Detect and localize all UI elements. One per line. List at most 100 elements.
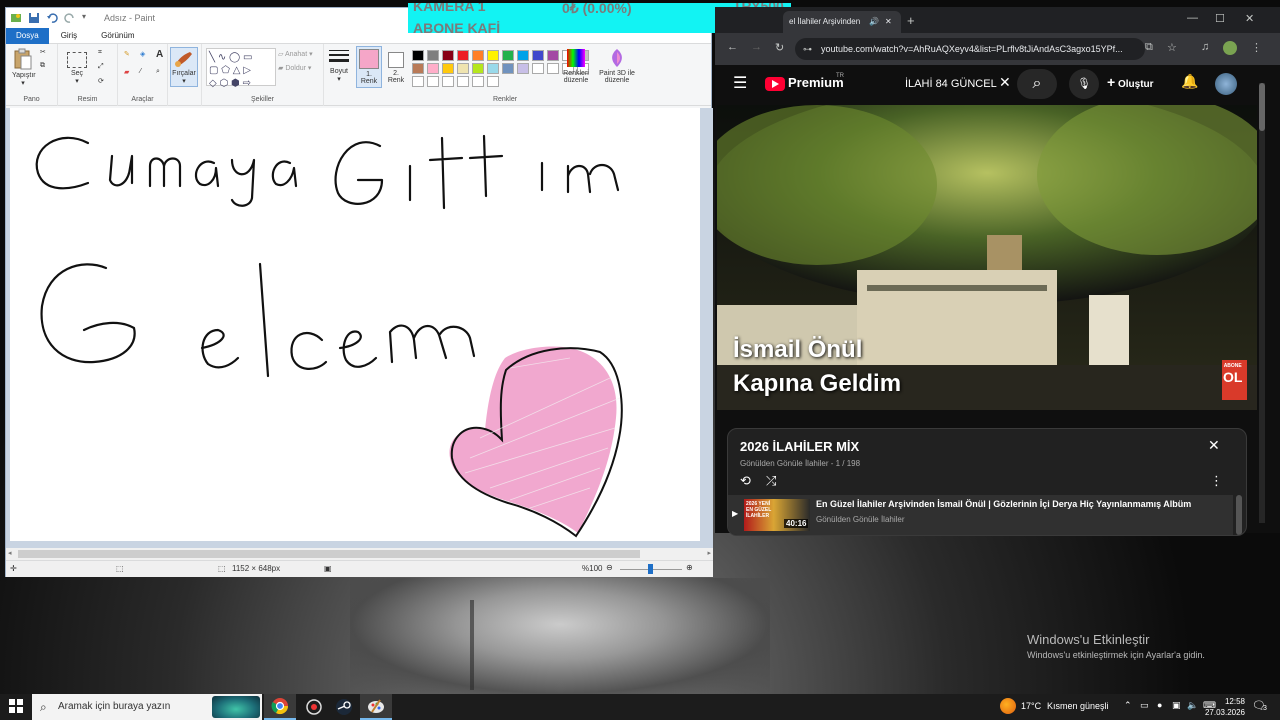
taskbar-search[interactable]: ⌕ Aramak için buraya yazın [32, 694, 262, 720]
pencil-icon[interactable]: ✎ [124, 50, 130, 58]
palette-swatch[interactable] [412, 76, 424, 87]
palette-swatch[interactable] [517, 50, 529, 61]
copy-icon[interactable]: ⧉ [40, 62, 45, 70]
horizontal-scrollbar[interactable]: ◂ ▸ [6, 548, 713, 560]
volume-icon[interactable]: 🔈 [1187, 700, 1198, 711]
display-icon[interactable]: ▭ [1140, 700, 1149, 711]
palette-swatch[interactable] [487, 63, 499, 74]
bookmark-star-icon[interactable]: ☆ [1167, 41, 1177, 54]
palette-swatch[interactable] [412, 50, 424, 61]
palette-swatch[interactable] [457, 76, 469, 87]
edit-colors-button[interactable]: Renkleri düzenle [560, 48, 592, 84]
customize-qat-icon[interactable]: ▾ [82, 12, 94, 24]
cast-icon[interactable]: ⧉ [1145, 41, 1153, 54]
chrome-tab[interactable]: el İlahiler Arşivinden 🔊 ✕ [783, 11, 901, 33]
taskbar-steam[interactable] [328, 694, 360, 720]
new-tab-icon[interactable]: + [907, 13, 915, 28]
zoom-in-icon[interactable]: ⊕ [686, 563, 693, 572]
playlist-item[interactable]: ▶ 2026 YENİ EN GÜZEL İLAHİLER 40:16 En G… [728, 495, 1233, 535]
voice-search-button[interactable]: 🎙 [1069, 69, 1099, 99]
tab-close-icon[interactable]: ✕ [885, 11, 892, 33]
clock[interactable]: 12:58 27.03.2026 [1203, 696, 1245, 718]
color-picker-icon[interactable]: ⁄ [140, 68, 141, 75]
scroll-right-icon[interactable]: ▸ [707, 549, 711, 557]
clear-search-icon[interactable]: ✕ [999, 74, 1011, 91]
playlist-menu-icon[interactable]: ⋮ [1210, 473, 1223, 489]
page-scrollbar-thumb[interactable] [1259, 83, 1265, 131]
microphone-tray-icon[interactable]: ● [1157, 700, 1162, 710]
site-info-icon[interactable]: ⊶ [803, 38, 812, 60]
taskbar-paint[interactable] [360, 694, 392, 720]
media-control-icon[interactable]: ♫ [1201, 41, 1209, 53]
account-avatar[interactable] [1215, 73, 1237, 95]
brushes-button[interactable]: Fırçalar ▾ [170, 47, 198, 87]
palette-swatch[interactable] [487, 76, 499, 87]
taskbar-app-2[interactable] [298, 694, 330, 720]
page-scrollbar-track[interactable] [1259, 83, 1265, 523]
zoom-out-icon[interactable]: ⊖ [606, 563, 613, 572]
shapes-gallery[interactable]: ╲ ∿ ◯ ▭ ▢ ⬠ △ ▷ ◇ ⬡ ⬢ ⇨ [206, 48, 276, 89]
tab-file[interactable]: Dosya [6, 27, 49, 44]
create-button[interactable]: + Oluştur [1107, 74, 1154, 90]
palette-swatch[interactable] [517, 63, 529, 74]
palette-swatch[interactable] [547, 50, 559, 61]
search-button[interactable]: ⌕ [1017, 69, 1057, 99]
minimize-icon[interactable]: — [1187, 12, 1198, 24]
start-button[interactable] [9, 699, 23, 716]
palette-swatch[interactable] [412, 63, 424, 74]
weather-temperature[interactable]: 17°C [1021, 701, 1041, 711]
color1-button[interactable]: 1. Renk [356, 46, 382, 88]
redo-icon[interactable] [64, 12, 76, 24]
rotate-icon[interactable]: ⟳ [98, 77, 104, 85]
drawing-canvas[interactable] [10, 108, 700, 541]
playlist-title[interactable]: 2026 İLAHİLER MİX [740, 439, 859, 454]
close-playlist-icon[interactable]: ✕ [1208, 437, 1220, 454]
paste-button[interactable]: Yapıştır ▾ [12, 48, 36, 87]
window-close-icon[interactable]: ✕ [1245, 12, 1254, 25]
resize-icon[interactable]: ⤢ [98, 63, 104, 71]
paint3d-button[interactable]: Paint 3D ile düzenle [596, 48, 638, 84]
color2-button[interactable]: 2. Renk [384, 46, 408, 88]
paste-dropdown-icon[interactable]: ▾ [12, 79, 34, 87]
youtube-search-input[interactable]: İLAHİ 84 GÜNCEL [897, 71, 1012, 97]
select-button[interactable]: Seç ▾ [64, 52, 90, 85]
palette-swatch[interactable] [502, 63, 514, 74]
loop-icon[interactable]: ⟲ [740, 473, 751, 489]
eraser-icon[interactable]: ▰ [124, 68, 129, 76]
text-icon[interactable]: A [156, 49, 163, 60]
palette-swatch[interactable] [427, 50, 439, 61]
palette-swatch[interactable] [457, 63, 469, 74]
palette-swatch[interactable] [487, 50, 499, 61]
palette-swatch[interactable] [442, 50, 454, 61]
palette-swatch[interactable] [532, 63, 544, 74]
playlist-subtitle[interactable]: Gönülden Gönüle İlahiler - 1 / 198 [740, 459, 860, 468]
tab-audio-icon[interactable]: 🔊 [869, 11, 879, 33]
crop-icon[interactable]: ⌗ [98, 49, 102, 57]
hamburger-menu-icon[interactable]: ☰ [733, 73, 747, 93]
palette-swatch[interactable] [547, 63, 559, 74]
fill-button[interactable]: ▰ Doldur ▾ [278, 64, 311, 72]
show-hidden-icons-icon[interactable]: ⌃ [1124, 700, 1132, 711]
palette-swatch[interactable] [502, 50, 514, 61]
scroll-left-icon[interactable]: ◂ [8, 549, 12, 557]
maximize-icon[interactable]: ☐ [1215, 12, 1225, 25]
video-player[interactable]: İsmail Önül Kapına Geldim ABONE OL [717, 105, 1257, 410]
palette-swatch[interactable] [532, 50, 544, 61]
save-icon[interactable] [28, 12, 40, 24]
back-icon[interactable]: ← [727, 41, 738, 53]
weather-condition[interactable]: Kısmen güneşli [1047, 701, 1109, 711]
palette-swatch[interactable] [472, 50, 484, 61]
network-icon[interactable]: ▣ [1172, 700, 1181, 711]
chrome-menu-icon[interactable]: ⋮ [1251, 41, 1262, 54]
palette-swatch[interactable] [472, 76, 484, 87]
size-button[interactable]: Boyut ▾ [326, 48, 352, 83]
playlist-scrollbar[interactable] [1236, 495, 1242, 535]
palette-swatch[interactable] [442, 76, 454, 87]
undo-icon[interactable] [46, 12, 58, 24]
tab-view[interactable]: Görünüm [89, 28, 146, 44]
shuffle-icon[interactable]: ⤮ [766, 473, 776, 489]
outline-button[interactable]: ▱ Anahat ▾ [278, 50, 313, 58]
palette-swatch[interactable] [427, 63, 439, 74]
weather-icon[interactable] [1000, 698, 1016, 714]
tab-home[interactable]: Giriş [49, 28, 89, 44]
